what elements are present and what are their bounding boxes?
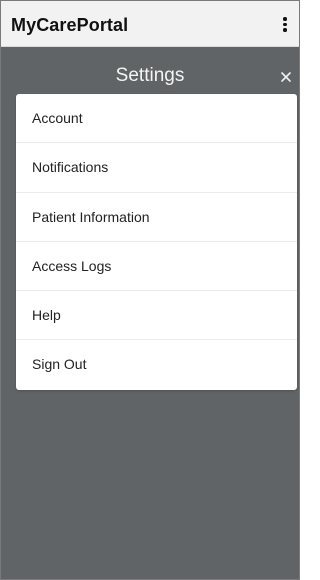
menu-item-label: Account: [32, 110, 83, 126]
device-frame: MyCarePortal Settings Account Notificati…: [0, 0, 300, 580]
app-bar: MyCarePortal: [1, 1, 299, 47]
kebab-dot: [283, 17, 287, 21]
menu-item-label: Help: [32, 307, 61, 324]
menu-item-label: Sign Out: [32, 356, 87, 373]
menu-item-help[interactable]: Help: [16, 291, 297, 341]
kebab-dot: [283, 28, 287, 32]
menu-item-account[interactable]: Account: [16, 94, 297, 144]
settings-title: Settings: [115, 65, 185, 86]
menu-item-access-logs[interactable]: Access Logs: [16, 242, 297, 292]
settings-menu: Account Notifications Patient Informatio…: [16, 94, 297, 390]
menu-item-notifications[interactable]: Notifications: [16, 143, 297, 193]
app-title: MyCarePortal: [11, 15, 129, 35]
kebab-dot: [283, 22, 287, 26]
menu-item-label: Notifications: [32, 159, 109, 176]
close-icon[interactable]: [276, 67, 296, 87]
more-options-icon[interactable]: [277, 12, 293, 36]
menu-item-label: Patient Information: [32, 208, 150, 225]
menu-item-label: Access Logs: [32, 257, 112, 274]
menu-item-sign-out[interactable]: Sign Out: [16, 340, 297, 389]
menu-item-patient-information[interactable]: Patient Information: [16, 193, 297, 242]
